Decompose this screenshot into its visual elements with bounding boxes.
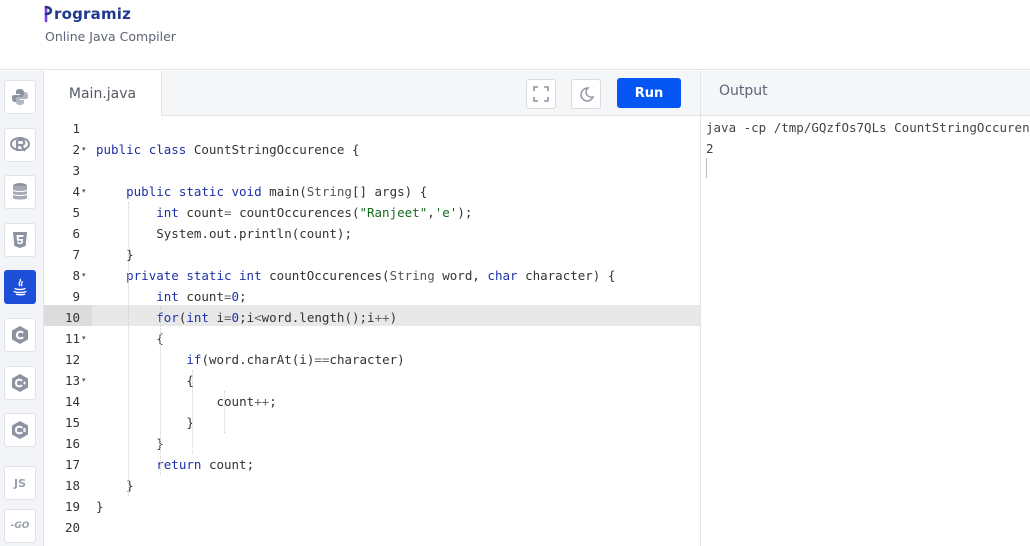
theme-toggle-button[interactable]	[571, 79, 601, 109]
line-number: 17	[64, 457, 80, 472]
fold-toggle-icon[interactable]: ▾	[82, 370, 86, 391]
code-line: private static int countOccurences(Strin…	[126, 268, 616, 283]
output-title: Output	[719, 83, 768, 99]
line-number: 9	[72, 289, 80, 304]
code-line: }	[186, 415, 194, 430]
output-panel[interactable]: java -cp /tmp/GQzfOs7QLs CountStringOccu…	[700, 116, 1030, 546]
output-line: java -cp /tmp/GQzfOs7QLs CountStringOccu…	[706, 120, 1030, 135]
code-line: {	[186, 373, 194, 388]
code-line: return count;	[156, 457, 255, 472]
html5-icon[interactable]	[4, 223, 36, 257]
code-line: System.out.println(count);	[156, 226, 352, 241]
code-line: for(int i=0;i<word.length();i++)	[156, 310, 398, 325]
line-number: 10	[64, 310, 80, 325]
indent-guide	[192, 370, 193, 454]
fold-toggle-icon[interactable]: ▾	[82, 328, 86, 349]
code-line: {	[156, 331, 164, 346]
code-line: }	[96, 499, 104, 514]
code-line: int count= countOccurences("Ranjeet",'e'…	[156, 205, 473, 220]
file-tab-main-java[interactable]: Main.java	[44, 71, 162, 116]
go-icon[interactable]: -GO	[4, 509, 36, 543]
line-number: 7	[72, 247, 80, 262]
r-icon[interactable]	[4, 128, 36, 162]
go-label: -GO	[10, 521, 30, 531]
code-line: count++;	[216, 394, 277, 409]
c-icon[interactable]	[4, 318, 36, 352]
indent-guide	[224, 391, 225, 433]
programiz-logo-icon	[44, 5, 54, 23]
logo-text: rogramiz	[54, 5, 132, 23]
line-number: 11	[64, 331, 80, 346]
line-number: 19	[64, 499, 80, 514]
language-sidebar: JS -GO	[0, 71, 44, 546]
code-line: }	[156, 436, 164, 451]
line-number: 15	[64, 415, 80, 430]
csharp-icon[interactable]	[4, 413, 36, 447]
indent-guide	[160, 307, 161, 475]
code-line: if(word.charAt(i)==character)	[186, 352, 405, 367]
sql-icon[interactable]	[4, 175, 36, 209]
output-header: Output	[700, 71, 1030, 116]
code-line: int count=0;	[156, 289, 247, 304]
line-number: 4	[72, 184, 80, 199]
line-number: 3	[72, 163, 80, 178]
line-number: 6	[72, 226, 80, 241]
line-number: 16	[64, 436, 80, 451]
programiz-logo[interactable]: rogramiz	[44, 3, 131, 25]
moon-icon	[580, 87, 594, 102]
indent-guide	[128, 202, 129, 496]
fold-toggle-icon[interactable]: ▾	[82, 139, 86, 160]
page-subtitle: Online Java Compiler	[45, 29, 176, 44]
fold-toggle-icon[interactable]: ▾	[82, 265, 86, 286]
fullscreen-button[interactable]	[526, 79, 556, 109]
python-icon[interactable]	[4, 80, 36, 114]
line-number: 14	[64, 394, 80, 409]
output-cursor	[706, 158, 707, 178]
code-line: public class CountStringOccurence {	[96, 142, 360, 157]
cpp-icon[interactable]	[4, 366, 36, 400]
line-number: 12	[64, 352, 80, 367]
line-number: 8	[72, 268, 80, 283]
line-number: 1	[72, 121, 80, 136]
line-number: 13	[64, 373, 80, 388]
header: rogramiz Online Java Compiler	[0, 0, 1030, 70]
java-icon[interactable]	[4, 270, 36, 304]
fold-toggle-icon[interactable]: ▾	[82, 181, 86, 202]
line-number: 20	[64, 520, 80, 535]
editor-toolbar: Main.java Run	[44, 71, 700, 116]
line-number: 5	[72, 205, 80, 220]
fullscreen-icon	[533, 86, 549, 102]
code-line: public static void main(String[] args) {	[126, 184, 428, 199]
output-line: 2	[706, 141, 714, 156]
js-label: JS	[13, 476, 26, 490]
code-editor[interactable]: 1 2 ▾ public class CountStringOccurence {3 4…	[44, 116, 700, 546]
line-number: 18	[64, 478, 80, 493]
line-number: 2	[72, 142, 80, 157]
js-icon[interactable]: JS	[4, 466, 36, 500]
run-button[interactable]: Run	[617, 78, 681, 108]
